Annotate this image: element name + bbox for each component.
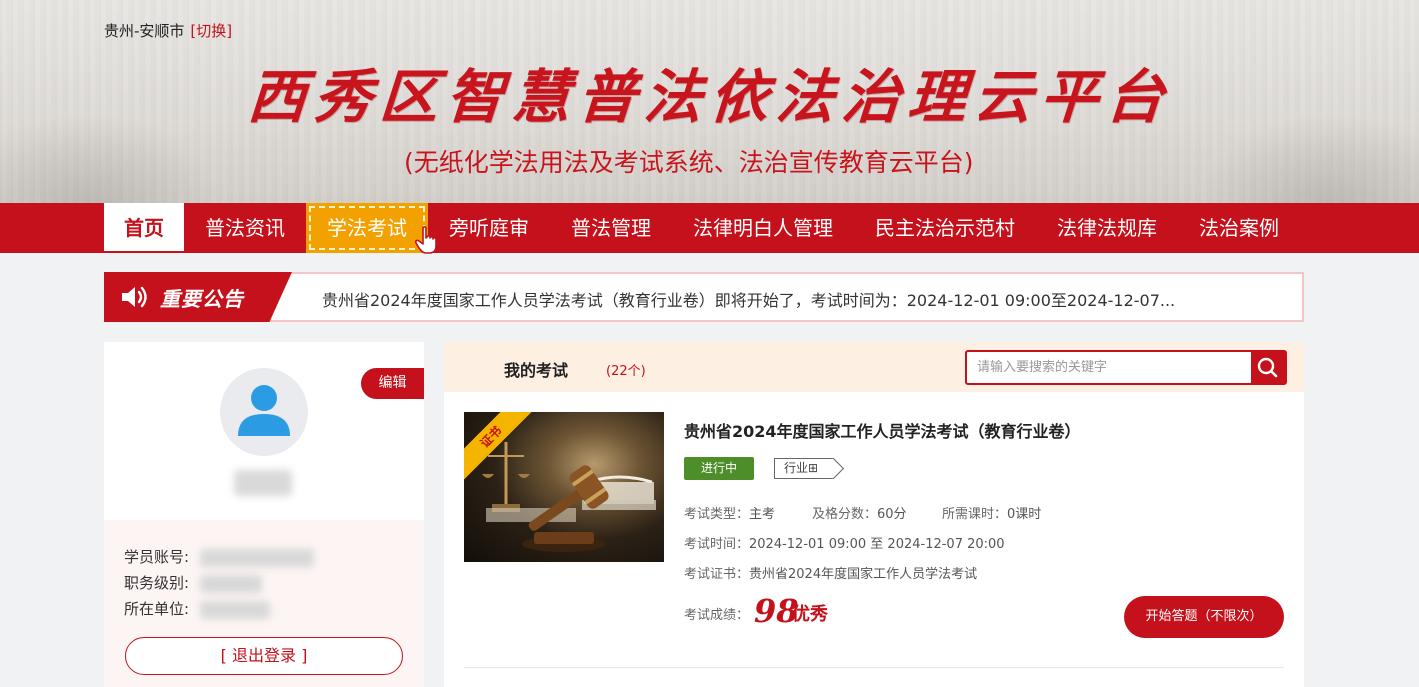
notice-text[interactable]: 贵州省2024年度国家工作人员学法考试（教育行业卷）即将开始了，考试时间为：20… <box>322 287 1175 311</box>
level-label: 职务级别: <box>124 574 190 592</box>
exam-type-label: 考试类型： <box>684 507 750 522</box>
main-nav: 首页 普法资讯 学法考试 旁听庭审 普法管理 法律明白人管理 民主法治示范村 法… <box>0 203 1419 254</box>
exam-count: (22个) <box>606 364 646 379</box>
header-banner: 贵州-安顺市 [切换] 西秀区智慧普法依法治理云平台 (无纸化学法用法及考试系统、… <box>0 0 1419 203</box>
exam-item: 证书 贵州省2024年度国家工作人员学法考试（教育行业卷） 进行中 行业⊞ 考试… <box>464 412 1284 668</box>
exam-type-value: 主考 <box>749 507 776 522</box>
exam-pass-score: 及格分数：60分 <box>812 503 907 522</box>
exam-search <box>965 350 1287 385</box>
speaker-icon <box>122 286 147 308</box>
notice-bar: 重要公告 贵州省2024年度国家工作人员学法考试（教育行业卷）即将开始了，考试时… <box>104 272 1304 322</box>
banner-decoration-left <box>0 113 220 203</box>
site-subtitle: (无纸化学法用法及考试系统、法治宣传教育云平台) <box>404 148 974 177</box>
start-exam-button[interactable]: 开始答题（不限次） <box>1124 596 1284 638</box>
location-text: 贵州-安顺市 <box>104 22 185 40</box>
exam-required-hours: 所需课时：0课时 <box>942 503 1041 522</box>
user-icon <box>238 385 290 436</box>
user-name-redacted <box>234 470 292 496</box>
search-button[interactable] <box>1251 352 1285 383</box>
location-switch-link[interactable]: [切换] <box>190 22 232 40</box>
exam-panel: 我的考试 (22个) 请输入要搜索的关键字 证书 贵州省2024年度国家工作人员… <box>444 342 1304 687</box>
score-grade: 优秀 <box>792 604 828 625</box>
unit-label: 所在单位: <box>124 600 190 618</box>
exam-panel-header: 我的考试 (22个) <box>444 342 1304 392</box>
required-hours-value: 0课时 <box>1007 507 1042 522</box>
exam-certificate: 考试证书：贵州省2024年度国家工作人员学法考试 <box>684 563 977 582</box>
level-value-redacted <box>200 575 262 593</box>
nav-item-news[interactable]: 普法资讯 <box>184 203 306 253</box>
industry-tag: 行业⊞ <box>774 458 835 479</box>
exam-time: 考试时间：2024-12-01 09:00 至 2024-12-07 20:00 <box>684 533 1005 552</box>
exam-type: 考试类型：主考 <box>684 503 775 522</box>
exam-thumbnail[interactable]: 证书 <box>464 412 664 562</box>
exam-title[interactable]: 贵州省2024年度国家工作人员学法考试（教育行业卷） <box>684 418 1081 442</box>
exam-time-value: 2024-12-01 09:00 至 2024-12-07 20:00 <box>749 537 1005 552</box>
search-icon <box>1257 357 1278 378</box>
banner-decoration-right <box>1199 113 1419 203</box>
score-label: 考试成绩： <box>684 608 750 623</box>
profile-card: 编辑 学员账号: 职务级别: 所在单位: [ 退出登录 ] <box>104 342 424 687</box>
exam-certificate-value: 贵州省2024年度国家工作人员学法考试 <box>749 567 978 582</box>
nav-item-cases[interactable]: 法治案例 <box>1178 203 1300 253</box>
search-input[interactable] <box>967 352 1251 383</box>
site-title: 西秀区智慧普法依法治理云平台 <box>245 63 1175 131</box>
nav-item-exam[interactable]: 学法考试 <box>306 203 437 254</box>
nav-item-trial[interactable]: 旁听庭审 <box>428 203 550 253</box>
notice-label-text: 重要公告 <box>160 287 244 311</box>
pass-score-label: 及格分数： <box>812 507 878 522</box>
unit-value-redacted <box>200 601 270 619</box>
nav-item-home[interactable]: 首页 <box>104 203 184 251</box>
required-hours-label: 所需课时： <box>942 507 1008 522</box>
exam-panel-title: 我的考试 <box>504 361 569 380</box>
nav-item-demo-village[interactable]: 民主法治示范村 <box>854 203 1036 253</box>
nav-item-management[interactable]: 普法管理 <box>550 203 672 253</box>
profile-top: 编辑 <box>104 342 424 520</box>
exam-certificate-label: 考试证书： <box>684 567 750 582</box>
nav-item-exam-label: 学法考试 <box>327 216 407 240</box>
nav-item-law-library[interactable]: 法律法规库 <box>1036 203 1178 253</box>
location-selector: 贵州-安顺市 [切换] <box>104 20 232 41</box>
nav-item-legal-person[interactable]: 法律明白人管理 <box>672 203 854 253</box>
account-value-redacted <box>200 549 314 567</box>
notice-label: 重要公告 <box>104 272 292 322</box>
status-badge: 进行中 <box>684 457 754 480</box>
avatar <box>220 368 308 456</box>
account-label: 学员账号: <box>124 548 190 566</box>
logout-button[interactable]: [ 退出登录 ] <box>125 637 403 675</box>
pass-score-value: 60分 <box>877 507 907 522</box>
edit-profile-button[interactable]: 编辑 <box>361 368 424 399</box>
nav-items: 首页 普法资讯 学法考试 旁听庭审 普法管理 法律明白人管理 民主法治示范村 法… <box>104 203 1300 254</box>
exam-time-label: 考试时间： <box>684 537 750 552</box>
